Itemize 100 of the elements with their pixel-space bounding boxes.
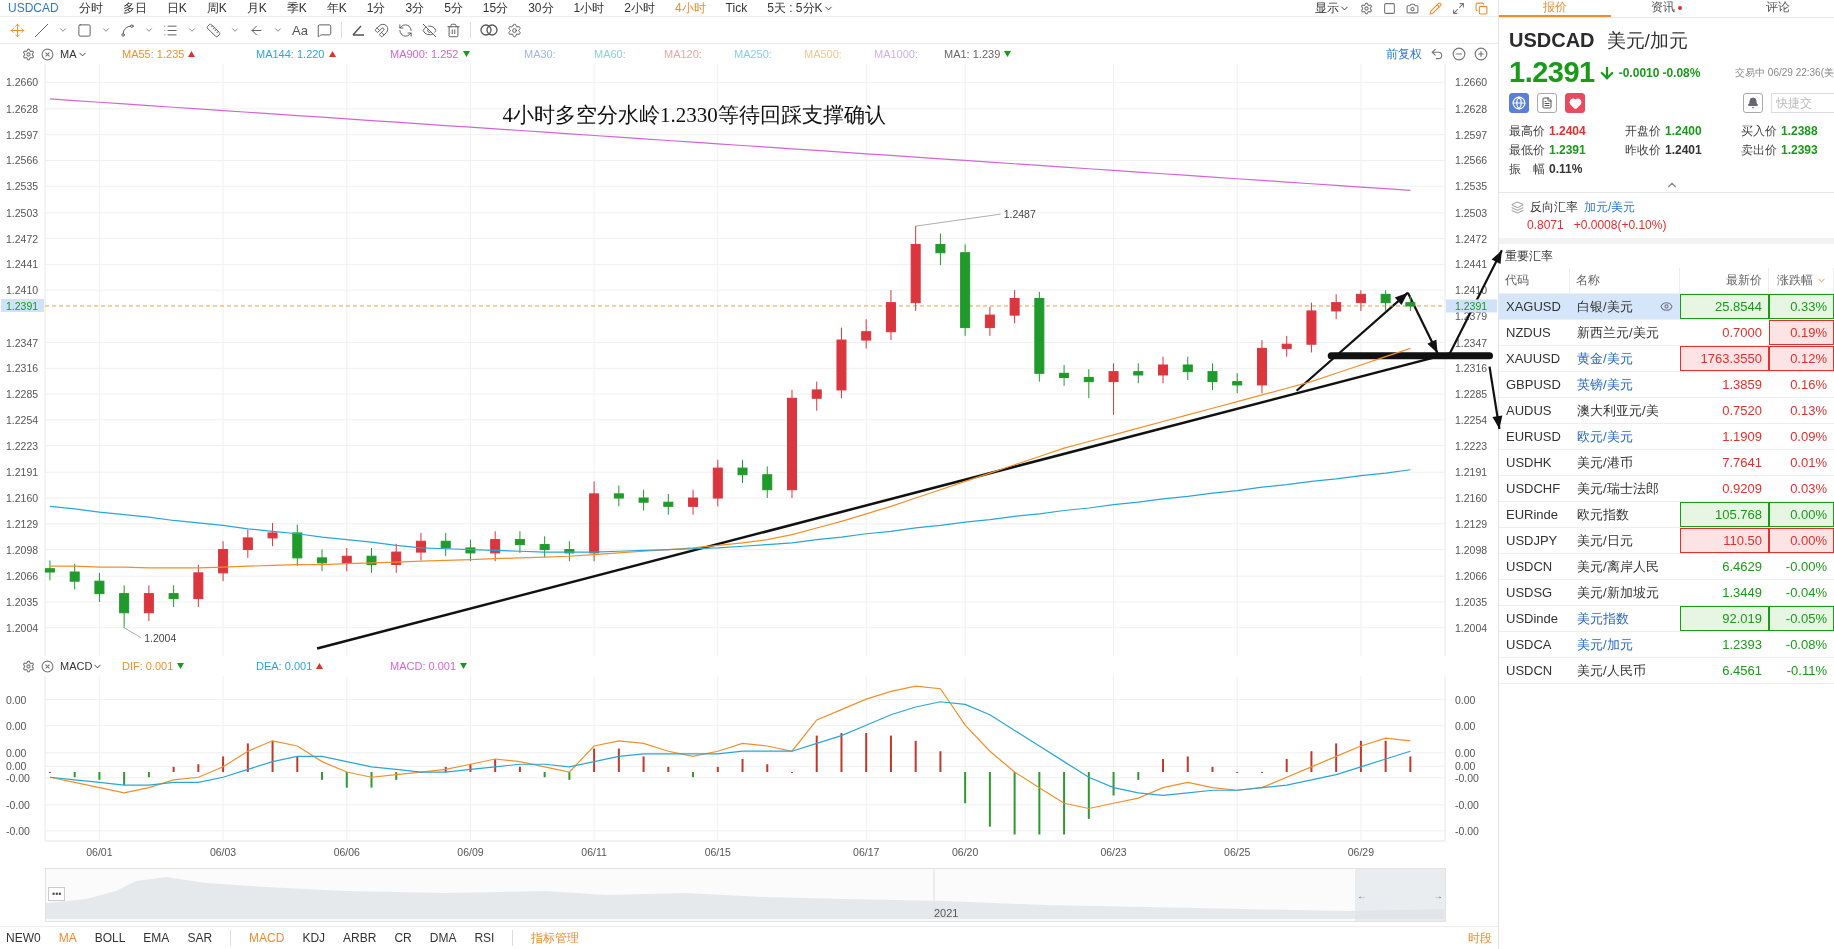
adjust-link[interactable]: 前复权 [1386, 45, 1422, 63]
circles-icon[interactable] [479, 23, 498, 37]
indicator-tab[interactable]: CR [394, 931, 412, 945]
quick-trade-field[interactable]: 快捷交 [1771, 93, 1834, 113]
table-cell[interactable]: 欧元/美元 [1577, 427, 1633, 446]
trash-icon[interactable] [445, 22, 461, 38]
table-row[interactable]: EURUSD 欧元/美元 1.1909 0.09% [1499, 424, 1834, 450]
line-icon[interactable] [34, 22, 49, 38]
angle-icon[interactable] [350, 23, 365, 37]
zoom-out-icon[interactable] [1452, 47, 1466, 61]
settings-icon[interactable] [22, 47, 35, 61]
eye-icon[interactable] [1660, 300, 1673, 313]
caret-icon[interactable] [58, 25, 68, 35]
falling-candlestick [1232, 372, 1243, 394]
table-cell[interactable]: 美元/加元 [1577, 635, 1633, 654]
column-header[interactable]: 代码 [1505, 272, 1529, 289]
indicator-dropdown[interactable]: MA [60, 48, 88, 60]
rectangle-icon[interactable] [77, 22, 92, 38]
zoom-in-icon[interactable] [1474, 47, 1488, 61]
navigator-menu-button[interactable]: ••• [48, 887, 66, 901]
panel-tab[interactable]: 资讯 [1610, 0, 1723, 17]
panel-tab[interactable]: 评论 [1722, 0, 1834, 17]
table-row[interactable]: AUDUS 澳大利亚元/美 0.7520 0.13% [1499, 398, 1834, 424]
close-icon[interactable] [41, 659, 54, 673]
display-dropdown[interactable]: 显示 [1315, 0, 1350, 17]
range-dropdown[interactable]: 5天 : 5分K [767, 0, 834, 17]
period-tab[interactable]: 1分 [366, 0, 386, 17]
indicator-tab[interactable]: RSI [474, 931, 495, 945]
settings-icon[interactable] [1360, 1, 1373, 15]
indicator-dropdown[interactable]: MACD [60, 660, 104, 672]
copy-icon[interactable] [1475, 1, 1488, 15]
period-tab[interactable]: 日K [166, 0, 187, 17]
inverse-pair-link[interactable]: 加元/美元 [1584, 199, 1636, 216]
caret-icon[interactable] [144, 25, 154, 35]
magnet-icon[interactable] [373, 22, 389, 38]
symbol-tab[interactable]: USDCAD [8, 1, 59, 15]
comment-icon[interactable] [316, 22, 332, 38]
indicator-tab[interactable]: DMA [429, 931, 457, 945]
square-icon[interactable] [1383, 1, 1396, 15]
column-header[interactable]: 名称 [1576, 272, 1600, 289]
period-tab[interactable]: Tick [725, 1, 748, 15]
table-row[interactable]: NZDUS 新西兰元/美元 0.7000 0.19% [1499, 320, 1834, 346]
table-row[interactable]: USDinde 美元指数 92.019 -0.05% [1499, 606, 1834, 632]
caret-icon[interactable] [187, 25, 197, 35]
caret-icon[interactable] [230, 25, 240, 35]
table-row[interactable]: USDCN 美元/人民币 6.4561 -0.11% [1499, 658, 1834, 684]
settings-icon[interactable] [22, 659, 35, 673]
indicator-tab[interactable]: NEW0 [6, 931, 41, 945]
range-handle[interactable]: ← → [1355, 869, 1445, 921]
close-icon[interactable] [41, 47, 54, 61]
table-row[interactable]: GBPUSD 英镑/美元 1.3859 0.16% [1499, 372, 1834, 398]
period-tab[interactable]: 15分 [482, 0, 509, 17]
settings-icon[interactable] [506, 22, 522, 38]
period-tab[interactable]: 季K [286, 0, 307, 17]
positive-histogram-bar [246, 743, 249, 773]
indicator-tab[interactable]: EMA [143, 931, 170, 945]
caret-icon[interactable] [273, 25, 283, 35]
camera-icon[interactable] [1406, 1, 1419, 15]
period-tab[interactable]: 3分 [405, 0, 425, 17]
table-row[interactable]: XAGUSD 白银/美元 25.8544 0.33% [1499, 294, 1834, 320]
period-tab[interactable]: 1小时 [573, 0, 605, 17]
indicator-tab[interactable]: ARBR [343, 931, 377, 945]
table-cell[interactable]: 美元指数 [1577, 609, 1629, 628]
fullscreen-icon[interactable] [1452, 1, 1465, 15]
ruler-icon[interactable] [206, 22, 221, 38]
column-header[interactable]: 最新价 [1726, 272, 1762, 289]
hide-icon[interactable] [421, 22, 437, 38]
column-header[interactable]: 涨跌幅 [1777, 272, 1813, 289]
table-row[interactable]: USDHK 美元/港币 7.7641 0.01% [1499, 450, 1834, 476]
caret-icon[interactable] [101, 25, 111, 35]
table-row[interactable]: USDCN 美元/离岸人民 6.4629 -0.00% [1499, 554, 1834, 580]
navigator-panel[interactable]: ••• 2021 ← → [45, 868, 1446, 922]
undo-icon[interactable] [1430, 47, 1444, 61]
period-tab[interactable]: 年K [326, 0, 347, 17]
indicator-tab[interactable]: SAR [187, 931, 213, 945]
period-tab[interactable]: 月K [246, 0, 267, 17]
list-icon[interactable] [163, 22, 178, 38]
table-cell: 92.019 [1680, 606, 1769, 631]
positive-histogram-bar [1384, 740, 1387, 773]
table-row[interactable]: EURinde 欧元指数 105.768 0.00% [1499, 502, 1834, 528]
period-tab[interactable]: 2小时 [624, 0, 655, 17]
period-tab[interactable]: 分时 [78, 0, 103, 17]
period-tab[interactable]: 5分 [444, 0, 463, 17]
positive-histogram-bar [865, 733, 868, 773]
table-cell[interactable]: 黄金/美元 [1577, 349, 1633, 368]
rising-candlestick [1331, 293, 1342, 320]
text-tool[interactable]: Aa [292, 22, 308, 38]
indicator-tab[interactable]: BOLL [94, 931, 126, 945]
indicator-tab[interactable]: KDJ [302, 931, 326, 945]
pencil-icon[interactable] [1429, 1, 1442, 15]
period-tab[interactable]: 多日 [122, 0, 147, 17]
table-row[interactable]: USDJPY 美元/日元 110.50 0.00% [1499, 528, 1834, 554]
curve-icon[interactable] [120, 22, 135, 38]
table-row[interactable]: USDCA 美元/加元 1.2393 -0.08% [1499, 632, 1834, 658]
period-tab[interactable]: 周K [206, 0, 227, 17]
move-icon[interactable] [10, 22, 25, 38]
table-cell[interactable]: 英镑/美元 [1577, 375, 1633, 394]
sync-icon[interactable] [397, 22, 413, 38]
table-row[interactable]: XAUUSD 黄金/美元 1763.3550 0.12% [1499, 346, 1834, 372]
period-tab[interactable]: 30分 [528, 0, 554, 17]
